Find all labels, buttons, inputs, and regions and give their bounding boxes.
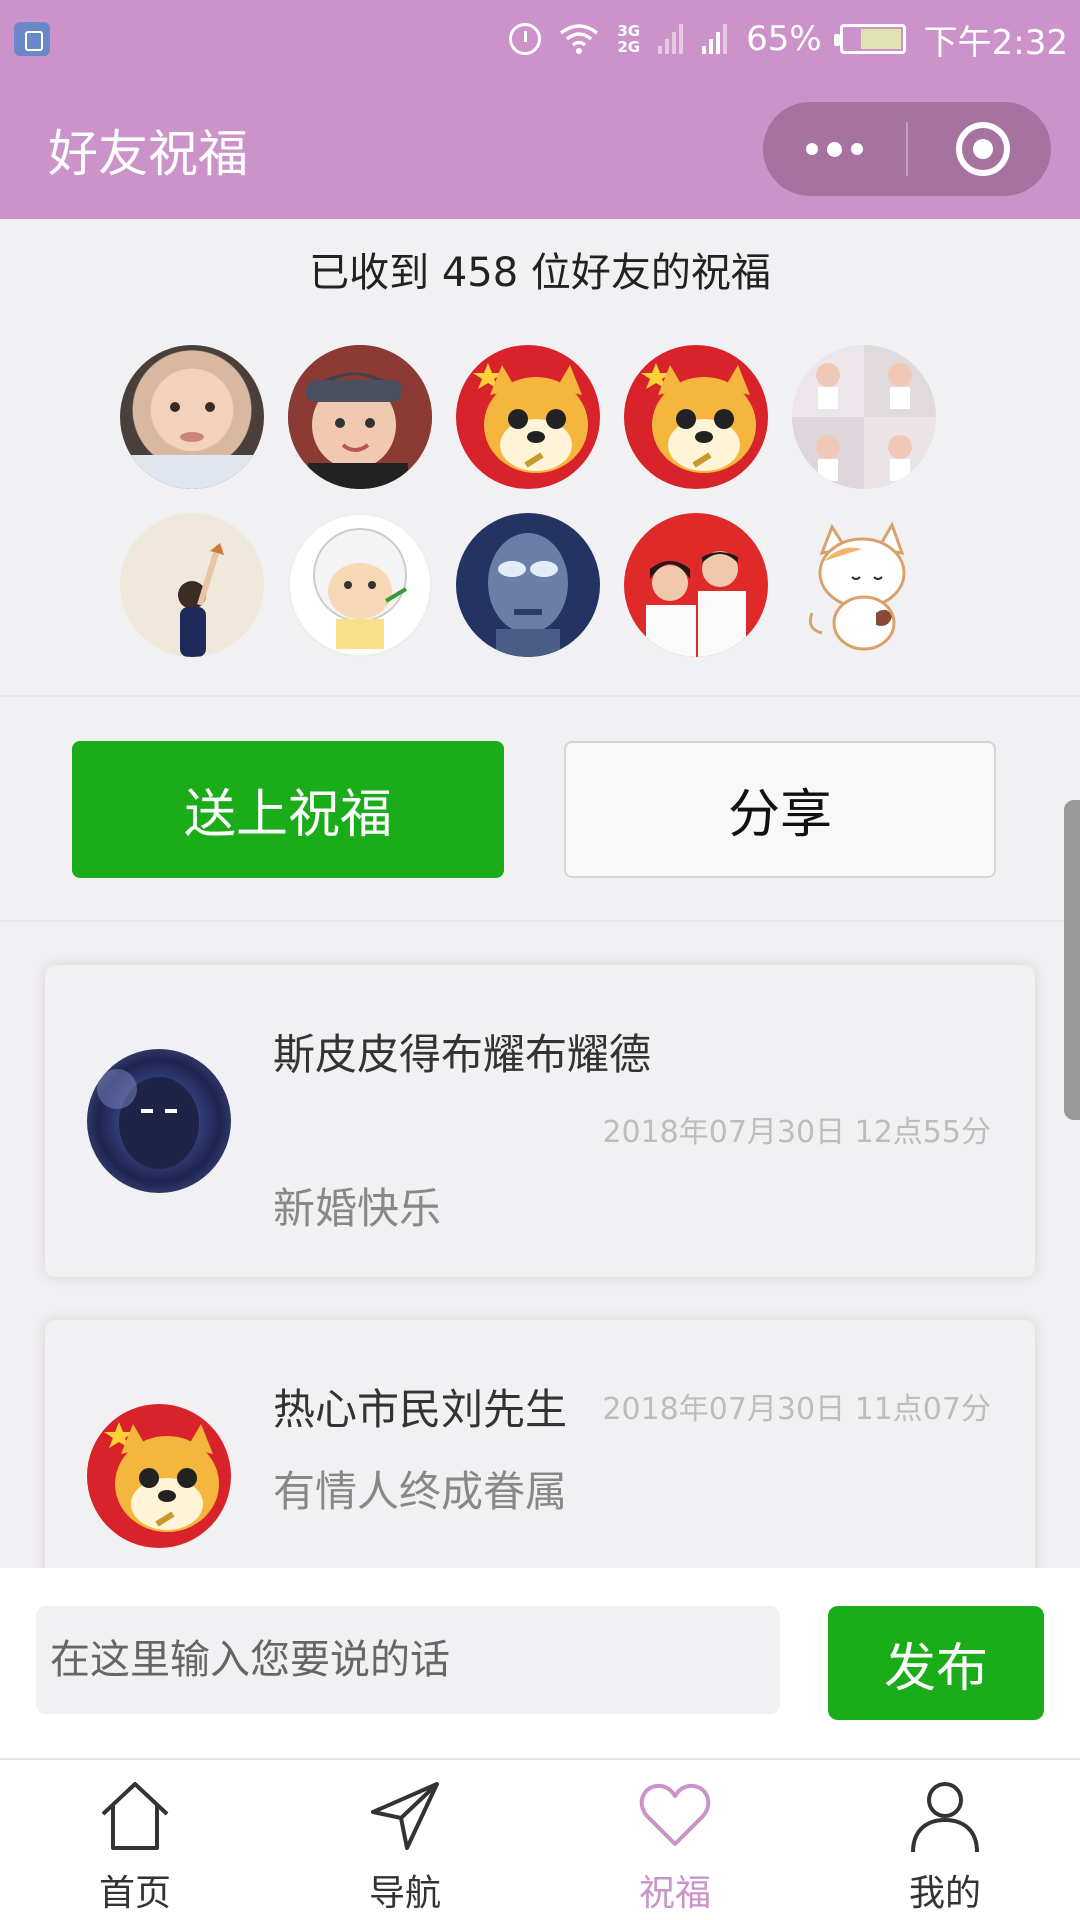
friend-avatar[interactable] <box>120 345 264 489</box>
user-icon <box>911 1782 979 1853</box>
alarm-icon <box>509 23 542 55</box>
close-mini-program-button[interactable] <box>956 122 1010 176</box>
message-time: 2018年07月30日 11点07分 <box>602 1392 991 1427</box>
capsule-divider <box>906 122 908 176</box>
blessing-card: 斯皮皮得布耀布耀德 2018年07月30日 12点55分 新婚快乐 <box>45 965 1035 1277</box>
signal-icon-2 <box>702 24 728 54</box>
network-type: 3G 2G <box>617 22 641 56</box>
tab-label: 我的 <box>908 1873 981 1914</box>
divider <box>0 695 1080 697</box>
message-text: 有情人终成眷属 <box>273 1467 568 1516</box>
tab-label: 祝福 <box>638 1873 711 1914</box>
tab-label: 首页 <box>98 1873 171 1914</box>
friend-avatar[interactable] <box>792 345 936 489</box>
tab-blessing[interactable]: 祝福 <box>540 1760 810 1920</box>
tab-mine[interactable]: 我的 <box>810 1760 1080 1920</box>
send-blessing-button[interactable]: 送上祝福 <box>72 741 504 878</box>
heart-icon <box>639 1783 711 1846</box>
wifi-icon <box>559 23 599 55</box>
tab-label: 导航 <box>368 1873 441 1914</box>
message-text: 新婚快乐 <box>273 1184 442 1233</box>
more-dot-icon <box>827 141 842 157</box>
share-button[interactable]: 分享 <box>564 741 996 878</box>
battery-percent: 65% <box>746 19 822 59</box>
message-time: 2018年07月30日 12点55分 <box>602 1115 991 1150</box>
friend-avatar[interactable] <box>288 345 432 489</box>
page-title: 好友祝福 <box>48 125 248 183</box>
tab-navigation[interactable]: 导航 <box>270 1760 540 1920</box>
clock: 下午2:32 <box>923 22 1068 63</box>
mini-program-capsule <box>763 102 1051 196</box>
home-icon <box>101 1782 169 1850</box>
more-dot-icon <box>806 143 818 155</box>
more-dot-icon <box>851 143 863 155</box>
battery-icon <box>833 24 906 54</box>
message-input[interactable] <box>36 1606 780 1714</box>
sender-name: 热心市民刘先生 <box>273 1385 568 1434</box>
app-notification-icon <box>14 22 50 56</box>
more-menu-button[interactable] <box>763 102 906 196</box>
scroll-indicator[interactable] <box>1064 800 1080 1120</box>
signal-icon-1 <box>658 24 684 54</box>
publish-button[interactable]: 发布 <box>828 1606 1044 1720</box>
sender-avatar[interactable] <box>87 1404 231 1548</box>
friend-avatar[interactable] <box>456 513 600 657</box>
sender-name: 斯皮皮得布耀布耀德 <box>273 1030 652 1079</box>
status-bar: 3G 2G 65% 下午2:32 <box>0 0 1080 78</box>
navigation-bar: 好友祝福 <box>0 78 1080 219</box>
friend-avatar[interactable] <box>288 513 432 657</box>
friend-avatar[interactable] <box>624 513 768 657</box>
friend-avatar[interactable] <box>456 345 600 489</box>
divider <box>0 920 1080 922</box>
friend-avatar[interactable] <box>624 345 768 489</box>
friend-avatar[interactable] <box>120 513 264 657</box>
blessing-count: 已收到 458 位好友的祝福 <box>309 250 771 296</box>
navigation-icon <box>371 1782 439 1850</box>
tab-home[interactable]: 首页 <box>0 1760 270 1920</box>
friend-avatar[interactable] <box>792 513 936 657</box>
composer-bar: 发布 <box>0 1568 1080 1758</box>
sender-avatar[interactable] <box>87 1049 231 1193</box>
tab-bar: 首页 导航 祝福 我的 <box>0 1758 1080 1920</box>
